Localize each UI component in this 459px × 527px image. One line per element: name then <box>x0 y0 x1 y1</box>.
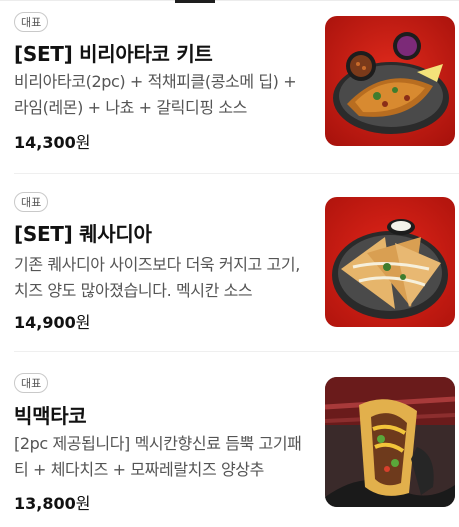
menu-item-description: [2pc 제공됩니다] 멕시칸향신료 듬뿍 고기패티 + 체다치즈 + 모짜레랄… <box>14 434 302 479</box>
menu-item-price: 14,900원 <box>14 313 91 332</box>
menu-item-price: 14,300원 <box>14 133 91 152</box>
signature-badge: 대표 <box>14 192 49 212</box>
menu-item[interactable]: 대표 빅맥타코 [2pc 제공됩니다] 멕시칸향신료 듬뿍 고기패티 + 체다치… <box>0 352 459 527</box>
menu-item-name: [SET] 퀘사디아 <box>14 222 152 246</box>
menu-item[interactable]: 대표 [SET] 비리아타코 키트 비리아타코(2pc) + 적채피클(콩소메 … <box>0 0 459 174</box>
menu-item[interactable]: 대표 [SET] 퀘사디아 기존 퀘사디아 사이즈보다 더욱 커지고 고기,치즈… <box>0 174 459 352</box>
menu-item-name: [SET] 비리아타코 키트 <box>14 42 213 66</box>
quesadilla-image <box>325 197 455 327</box>
menu-item-price: 13,800원 <box>14 494 91 513</box>
menu-item-description: 비리아타코(2pc) + 적채피클(콩소메 딥) + 라임(레몬) + 나쵸 +… <box>14 72 297 117</box>
quesadilla-photo[interactable] <box>325 197 455 327</box>
birria-taco-kit-photo[interactable] <box>325 16 455 146</box>
bigmac-taco-image <box>325 377 455 507</box>
signature-badge: 대표 <box>14 373 49 393</box>
birria-taco-kit-image <box>325 16 455 146</box>
signature-badge: 대표 <box>14 12 49 32</box>
menu-item-name: 빅맥타코 <box>14 404 87 428</box>
bigmac-taco-photo[interactable] <box>325 377 455 507</box>
menu-item-description: 기존 퀘사디아 사이즈보다 더욱 커지고 고기,치즈 양도 많아졌습니다. 멕시… <box>14 255 300 300</box>
